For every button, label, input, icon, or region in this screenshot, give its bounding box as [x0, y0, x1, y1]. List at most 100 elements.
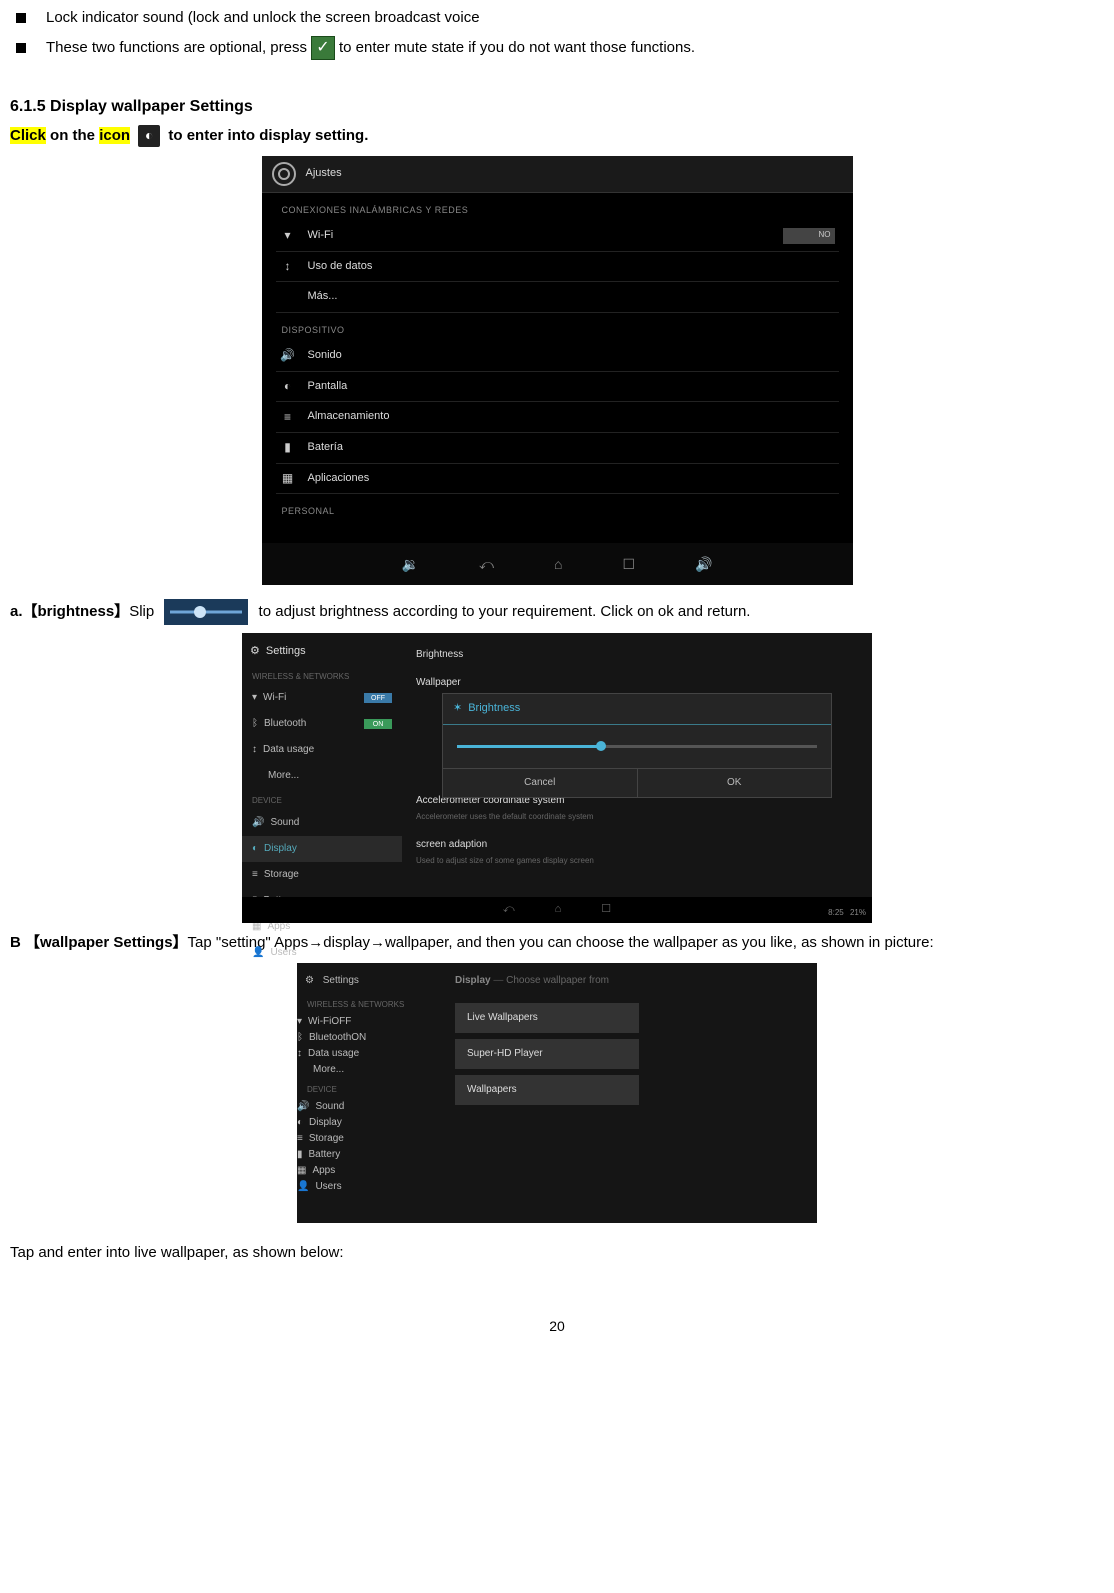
bt-toggle[interactable]: ON — [364, 719, 392, 729]
volume-up-icon[interactable]: 🔊 — [695, 553, 712, 575]
bullet-text-b: to enter mute state if you do not want t… — [339, 36, 695, 60]
row-storage[interactable]: ≡Storage — [242, 862, 402, 888]
wifi-toggle[interactable]: OFF — [331, 1016, 351, 1027]
row-wifi[interactable]: ▾ Wi-Fi NO — [276, 221, 839, 252]
settings-header: ⚙ Settings — [242, 639, 402, 665]
brightness-instruction: a.【brightness】Slip to adjust brightness … — [10, 599, 1104, 625]
gear-icon: ⚙ — [305, 975, 314, 986]
bullet-item: Lock indicator sound (lock and unlock th… — [10, 6, 1104, 30]
row-screen-adaption[interactable]: screen adaption Used to adjust size of s… — [412, 831, 862, 875]
row-display[interactable]: ◐ Pantalla — [276, 372, 839, 403]
settings-title: Settings — [266, 643, 306, 661]
row-sound[interactable]: 🔊Sound — [242, 810, 402, 836]
row-battery[interactable]: ▮ Batería — [276, 433, 839, 464]
settings-header: ⚙ Settings — [297, 969, 447, 993]
storage-icon: ≡ — [280, 409, 296, 425]
sound-label: Sound — [270, 815, 299, 831]
option-superhd-player[interactable]: Super-HD Player — [455, 1039, 639, 1069]
row-users[interactable]: 👤Users — [297, 1179, 447, 1195]
brightness-slip: Slip — [129, 603, 154, 620]
ok-button[interactable]: OK — [638, 769, 832, 797]
recents-icon[interactable]: ☐ — [601, 901, 611, 919]
back-icon[interactable]: ⤺ — [503, 901, 515, 919]
wifi-label: Wi-Fi — [308, 1016, 331, 1027]
row-sound[interactable]: 🔊Sound — [297, 1099, 447, 1115]
row-apps[interactable]: ▦ Apps — [297, 1163, 447, 1179]
category-device: DEVICE — [297, 1078, 447, 1099]
battery-icon: ▮ — [280, 440, 296, 456]
slider-icon — [164, 599, 248, 625]
row-wifi[interactable]: ▾Wi-FiOFF — [242, 685, 402, 711]
row-storage[interactable]: ≡ Almacenamiento — [276, 402, 839, 433]
option-wallpapers[interactable]: Wallpapers — [455, 1075, 639, 1105]
option-live-wallpapers[interactable]: Live Wallpapers — [455, 1003, 639, 1033]
row-data-usage[interactable]: ↕Data usage — [297, 1046, 447, 1062]
apps-label: Apps — [312, 1165, 335, 1176]
wifi-toggle[interactable]: NO — [783, 228, 835, 244]
text-on-the: on the — [46, 127, 99, 144]
row-more[interactable]: Más... — [276, 282, 839, 313]
brightness-prefix: a.【brightness】 — [10, 603, 129, 620]
wallpaper-prefix: B 【wallpaper Settings】 — [10, 934, 188, 951]
row-apps[interactable]: ▦ Aplicaciones — [276, 464, 839, 495]
data-usage-icon: ↕ — [252, 742, 257, 758]
bullet-text: Lock indicator sound (lock and unlock th… — [46, 6, 480, 30]
square-bullet-icon — [16, 43, 26, 53]
tap-instruction: Tap and enter into live wallpaper, as sh… — [10, 1241, 1104, 1265]
status-bar: 8:25 21% — [828, 907, 866, 920]
wifi-toggle[interactable]: OFF — [364, 693, 392, 703]
more-label: More... — [313, 1064, 344, 1075]
display-label: Display — [264, 841, 297, 857]
row-more[interactable]: More... — [297, 1062, 447, 1078]
display-icon: ◐ — [280, 379, 296, 395]
screenshot-ajustes: Ajustes CONEXIONES INALÁMBRICAS Y REDES … — [262, 156, 853, 585]
row-sound[interactable]: 🔊 Sonido — [276, 341, 839, 372]
row-display[interactable]: ◐ Display — [242, 836, 402, 862]
apps-icon: ▦ — [297, 1165, 306, 1176]
apps-label: Aplicaciones — [308, 470, 370, 488]
row-bluetooth[interactable]: ᛒBluetoothON — [242, 711, 402, 737]
bluetooth-icon: ᛒ — [252, 716, 258, 732]
storage-label: Almacenamiento — [308, 408, 390, 426]
wallpaper-label: Wallpaper — [416, 677, 461, 688]
recents-icon[interactable]: ☐ — [622, 553, 635, 575]
volume-down-icon[interactable]: 🔉 — [402, 553, 419, 575]
instruction-line: Click on the icon ◐ to enter into displa… — [10, 124, 1104, 148]
back-icon[interactable]: ⤺ — [479, 553, 494, 575]
bt-toggle[interactable]: ON — [351, 1032, 366, 1043]
section-heading: 6.1.5 Display wallpaper Settings — [10, 94, 1104, 120]
display-icon: ◐ — [252, 841, 258, 857]
home-icon[interactable]: ⌂ — [555, 901, 562, 919]
row-more[interactable]: More... — [242, 763, 402, 789]
wifi-icon: ▾ — [280, 228, 296, 244]
row-data-usage[interactable]: ↕ Data usage — [242, 737, 402, 763]
category-personal: PERSONAL — [276, 494, 839, 522]
clock: 8:25 — [828, 908, 844, 917]
row-bluetooth[interactable]: ᛒBluetoothON — [297, 1030, 447, 1046]
brightness-rest: to adjust brightness according to your r… — [259, 603, 751, 620]
row-data-usage[interactable]: ↕ Uso de datos — [276, 252, 839, 283]
gear-icon: ⚙ — [250, 643, 260, 661]
wifi-label: Wi-Fi — [263, 690, 286, 706]
storage-icon: ≡ — [297, 1133, 303, 1144]
row-display[interactable]: ◐Display — [297, 1115, 447, 1131]
data-usage-label: Data usage — [263, 742, 314, 758]
display-icon: ◐ — [297, 1117, 303, 1128]
brightness-star-icon: ✶ — [453, 700, 462, 718]
row-wifi[interactable]: ▾ Wi-FiOFF — [297, 1014, 447, 1030]
battery-icon: ▮ — [297, 1149, 303, 1160]
row-battery[interactable]: ▮Battery — [297, 1147, 447, 1163]
home-icon[interactable]: ⌂ — [554, 553, 562, 575]
wifi-icon: ▾ — [297, 1016, 302, 1027]
accel-sublabel: Accelerometer uses the default coordinat… — [416, 812, 593, 821]
row-storage[interactable]: ≡ Storage — [297, 1131, 447, 1147]
display-settings-icon: ◐ — [138, 125, 160, 147]
checkbox-checked-icon: ✓ — [311, 36, 335, 60]
speaker-icon: 🔊 — [297, 1101, 309, 1112]
storage-label: Storage — [309, 1133, 344, 1144]
cancel-button[interactable]: Cancel — [443, 769, 638, 797]
hl-click: Click — [10, 127, 46, 144]
brightness-dialog: ✶ Brightness Cancel OK — [442, 693, 832, 798]
brightness-slider[interactable] — [457, 745, 817, 748]
row-brightness[interactable]: Brightness — [412, 641, 862, 669]
